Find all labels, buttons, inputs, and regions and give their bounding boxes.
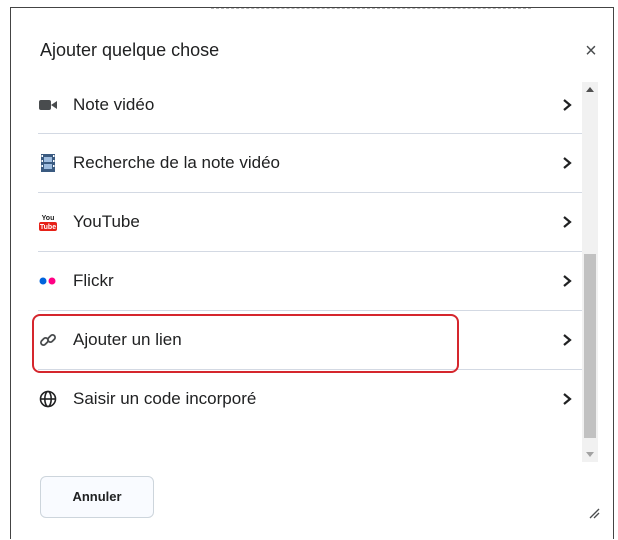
list-item-note-video[interactable]: Note vidéo — [38, 77, 582, 134]
chevron-right-icon — [561, 392, 573, 406]
video-camera-icon — [38, 95, 58, 115]
list-item-recherche-note-video[interactable]: Recherche de la note vidéo — [38, 134, 582, 193]
list-item-label: Note vidéo — [73, 95, 155, 114]
youtube-icon: You Tube — [38, 212, 58, 232]
list-item-label: YouTube — [73, 212, 140, 231]
scroll-up-arrow-icon[interactable] — [582, 82, 598, 98]
chevron-right-icon — [561, 274, 573, 288]
link-icon — [38, 330, 58, 350]
flickr-icon — [38, 271, 58, 291]
top-border-dashes — [211, 8, 531, 11]
close-button[interactable]: × — [582, 41, 600, 61]
list-item-label: Ajouter un lien — [73, 330, 182, 349]
dialog-title: Ajouter quelque chose — [40, 40, 220, 60]
options-list: Note vidéo Recherche de la note vidéo Yo… — [38, 77, 582, 457]
list-item-label: Flickr — [73, 271, 114, 290]
svg-text:You: You — [42, 215, 55, 222]
scrollbar[interactable] — [582, 82, 598, 462]
svg-text:Tube: Tube — [40, 224, 56, 231]
chevron-right-icon — [561, 333, 573, 347]
list-item-label: Saisir un code incorporé — [73, 389, 257, 408]
chevron-right-icon — [561, 98, 573, 112]
scroll-down-arrow-icon[interactable] — [582, 446, 598, 462]
list-item-ajouter-lien[interactable]: Ajouter un lien — [38, 311, 582, 370]
list-item-label: Recherche de la note vidéo — [73, 153, 280, 172]
list-item-youtube[interactable]: You Tube YouTube — [38, 193, 582, 252]
chevron-right-icon — [561, 156, 573, 170]
cancel-button[interactable]: Annuler — [40, 476, 154, 518]
film-strip-icon — [38, 153, 58, 173]
chevron-right-icon — [561, 215, 573, 229]
resize-grip-icon[interactable] — [588, 506, 600, 519]
scrollbar-thumb[interactable] — [584, 254, 596, 438]
list-item-flickr[interactable]: Flickr — [38, 252, 582, 311]
globe-icon — [38, 389, 58, 409]
list-item-code-incorpore[interactable]: Saisir un code incorporé — [38, 370, 582, 428]
